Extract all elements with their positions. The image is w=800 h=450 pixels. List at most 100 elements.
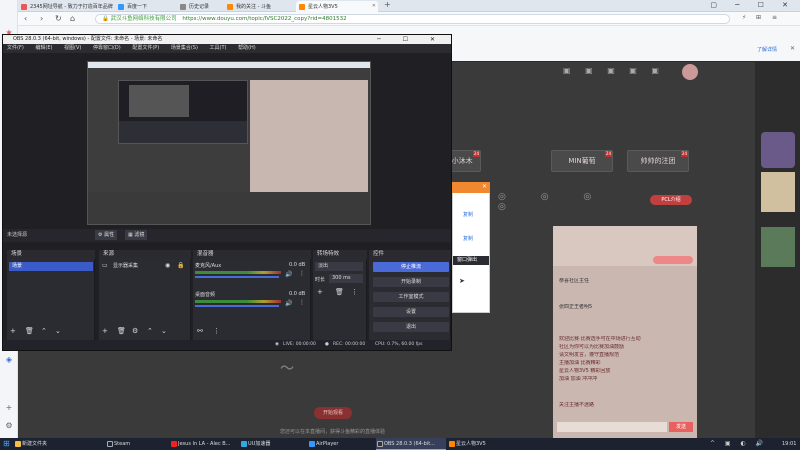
- team-pill[interactable]: MIN葡萄 24: [551, 150, 613, 172]
- settings-icon[interactable]: ⚙: [4, 421, 14, 431]
- menu-edit[interactable]: 编辑(E): [35, 45, 52, 51]
- start-recording-button[interactable]: 开始录制: [373, 277, 449, 287]
- filters-button[interactable]: ▦ 滤镜: [125, 230, 148, 240]
- chevron-down-icon[interactable]: ⌄: [55, 327, 61, 335]
- volume-slider[interactable]: [195, 305, 279, 307]
- more-icon[interactable]: ⋮: [213, 327, 220, 335]
- grid-icon[interactable]: ⊞: [756, 14, 761, 21]
- popup-header: ✕: [452, 182, 490, 193]
- taskbar-item[interactable]: 星云人物3V5: [448, 438, 508, 450]
- taskbar-item[interactable]: AirPlayer: [308, 438, 374, 450]
- trash-icon[interactable]: 🗑: [117, 327, 126, 335]
- function-icons[interactable]: ◎ ◎ ◎ ◎: [498, 192, 618, 212]
- promo-card[interactable]: [761, 172, 795, 212]
- pill-label: 帅帅的注团: [640, 157, 676, 165]
- lightning-icon[interactable]: ⚡: [742, 14, 746, 21]
- duration-input[interactable]: 300 ms: [329, 274, 363, 283]
- home-icon[interactable]: ⌂: [70, 14, 75, 23]
- chevron-up-icon[interactable]: ⌃: [41, 327, 47, 335]
- browser-tab-active[interactable]: 星云人物3V5 ✕: [296, 1, 378, 12]
- more-icon[interactable]: ⋮: [299, 299, 305, 306]
- gear-icon[interactable]: ⚙: [132, 327, 138, 335]
- chat-message: 欢迎比赛·比赛选手可在中场进行互动: [559, 336, 641, 342]
- trash-icon[interactable]: 🗑: [335, 288, 344, 296]
- transition-select[interactable]: 淡出: [315, 262, 363, 271]
- sources-panel: ▭ 显示器采集 ◉ 🔒 + 🗑 ⚙ ⌃ ⌄: [99, 259, 191, 340]
- popup-window-button[interactable]: 窗口弹出: [453, 256, 489, 265]
- window-controls[interactable]: ▢ ─ ☐ ✕: [710, 1, 796, 9]
- lock-icon[interactable]: 🔒: [177, 262, 184, 269]
- close-icon[interactable]: ✕: [482, 183, 487, 190]
- speaker-icon[interactable]: 🔊: [285, 271, 292, 278]
- taskbar-item[interactable]: 新建文件夹: [14, 438, 102, 450]
- new-tab-icon[interactable]: +: [384, 0, 391, 9]
- studio-mode-button[interactable]: 工作室模式: [373, 292, 449, 302]
- more-icon[interactable]: ⋮: [351, 288, 358, 296]
- chat-input[interactable]: [557, 422, 667, 432]
- menu-file[interactable]: 文件(F): [7, 45, 24, 51]
- source-item[interactable]: 显示器采集: [113, 262, 138, 269]
- trash-icon[interactable]: 🗑: [25, 327, 34, 335]
- properties-button[interactable]: ⚙ 属性: [95, 230, 118, 240]
- add-icon[interactable]: +: [10, 327, 16, 335]
- game-icon[interactable]: ◈: [4, 355, 14, 365]
- back-icon[interactable]: ‹: [24, 14, 27, 23]
- forward-icon[interactable]: ›: [40, 14, 43, 23]
- add-icon[interactable]: +: [4, 403, 14, 413]
- menu-profile[interactable]: 配置文件(P): [132, 45, 159, 51]
- filters-label: 滤镜: [134, 232, 145, 238]
- browser-tab[interactable]: 百度一下: [115, 1, 175, 12]
- add-icon[interactable]: +: [317, 288, 323, 296]
- eye-icon[interactable]: ◉: [165, 262, 170, 269]
- windows-start-icon[interactable]: ⊞: [3, 439, 10, 448]
- volume-slider[interactable]: [195, 276, 279, 278]
- url-input[interactable]: 🔒 武汉斗鱼网络科技有限公司 https://www.douyu.com/top…: [95, 14, 730, 24]
- promo-character[interactable]: [761, 132, 795, 168]
- menu-view[interactable]: 视图(V): [64, 45, 81, 51]
- browser-tab-bar: 2345网址导航 - 致力于打造百年品牌 百度一下 历史记录 我的关注 - 斗鱼…: [0, 0, 800, 12]
- menu-tools[interactable]: 工具(T): [210, 45, 227, 51]
- chat-panel: 恭喜社区主任 张四正王者明5 欢迎比赛·比赛选手可在中场进行互动 社区为你可以为…: [553, 226, 697, 438]
- obs-preview[interactable]: [87, 61, 371, 225]
- browser-tab[interactable]: 我的关注 - 斗鱼: [224, 1, 294, 12]
- start-watch-button[interactable]: 开始观看: [314, 407, 352, 419]
- stop-streaming-button[interactable]: 停止推流: [373, 262, 449, 272]
- clock[interactable]: 19:01: [782, 441, 796, 447]
- team-pill[interactable]: 帅帅的注团 24: [627, 150, 689, 172]
- transitions-panel: 淡出 时长 300 ms + 🗑 ⋮: [313, 259, 367, 340]
- menu-scene-collection[interactable]: 场景集合(S): [171, 45, 198, 51]
- avatar[interactable]: [682, 64, 698, 80]
- popup-copy-item[interactable]: 复制: [463, 211, 473, 218]
- more-icon[interactable]: ⋮: [299, 270, 305, 277]
- promo-card[interactable]: [761, 227, 795, 267]
- menu-help[interactable]: 帮助(H): [238, 45, 256, 51]
- menu-dock[interactable]: 停靠窗口(D): [93, 45, 121, 51]
- taskbar-item[interactable]: Jesus In LA - Alec B...: [170, 438, 238, 450]
- chevron-up-icon[interactable]: ⌃: [147, 327, 153, 335]
- taskbar-item[interactable]: UU加速器: [240, 438, 306, 450]
- popup-copy-item[interactable]: 复制: [463, 235, 473, 242]
- chevron-down-icon[interactable]: ⌄: [161, 327, 167, 335]
- link-icon[interactable]: ⚯: [197, 327, 203, 335]
- refresh-icon[interactable]: ↻: [55, 14, 62, 23]
- browser-tab[interactable]: 2345网址导航 - 致力于打造百年品牌: [18, 1, 113, 12]
- exit-button[interactable]: 退出: [373, 322, 449, 332]
- pcl-button[interactable]: PCL介绍: [650, 195, 692, 205]
- chat-header-button[interactable]: [653, 256, 693, 264]
- add-icon[interactable]: +: [102, 327, 108, 335]
- settings-button[interactable]: 设置: [373, 307, 449, 317]
- obs-icon: [377, 441, 383, 447]
- browser-tab[interactable]: 历史记录: [177, 1, 222, 12]
- send-button[interactable]: 发送: [669, 422, 693, 432]
- speaker-icon[interactable]: 🔊: [285, 300, 292, 307]
- tray-icons[interactable]: ^ ▣ ◐ 🔊: [710, 440, 767, 447]
- transitions-panel-title: 转场特效: [313, 250, 367, 259]
- taskbar-item[interactable]: Steam: [106, 438, 166, 450]
- menu-icon[interactable]: ≡: [772, 14, 777, 21]
- close-tab-icon[interactable]: ✕: [372, 3, 376, 9]
- obs-window-controls[interactable]: ─ ☐ ✕: [377, 35, 445, 44]
- scene-item[interactable]: 场景: [9, 262, 93, 271]
- learn-more-link[interactable]: 了解详情: [757, 46, 777, 53]
- taskbar-item[interactable]: OBS 28.0.3 (64-bit...: [376, 438, 446, 450]
- close-icon[interactable]: ✕: [790, 45, 795, 52]
